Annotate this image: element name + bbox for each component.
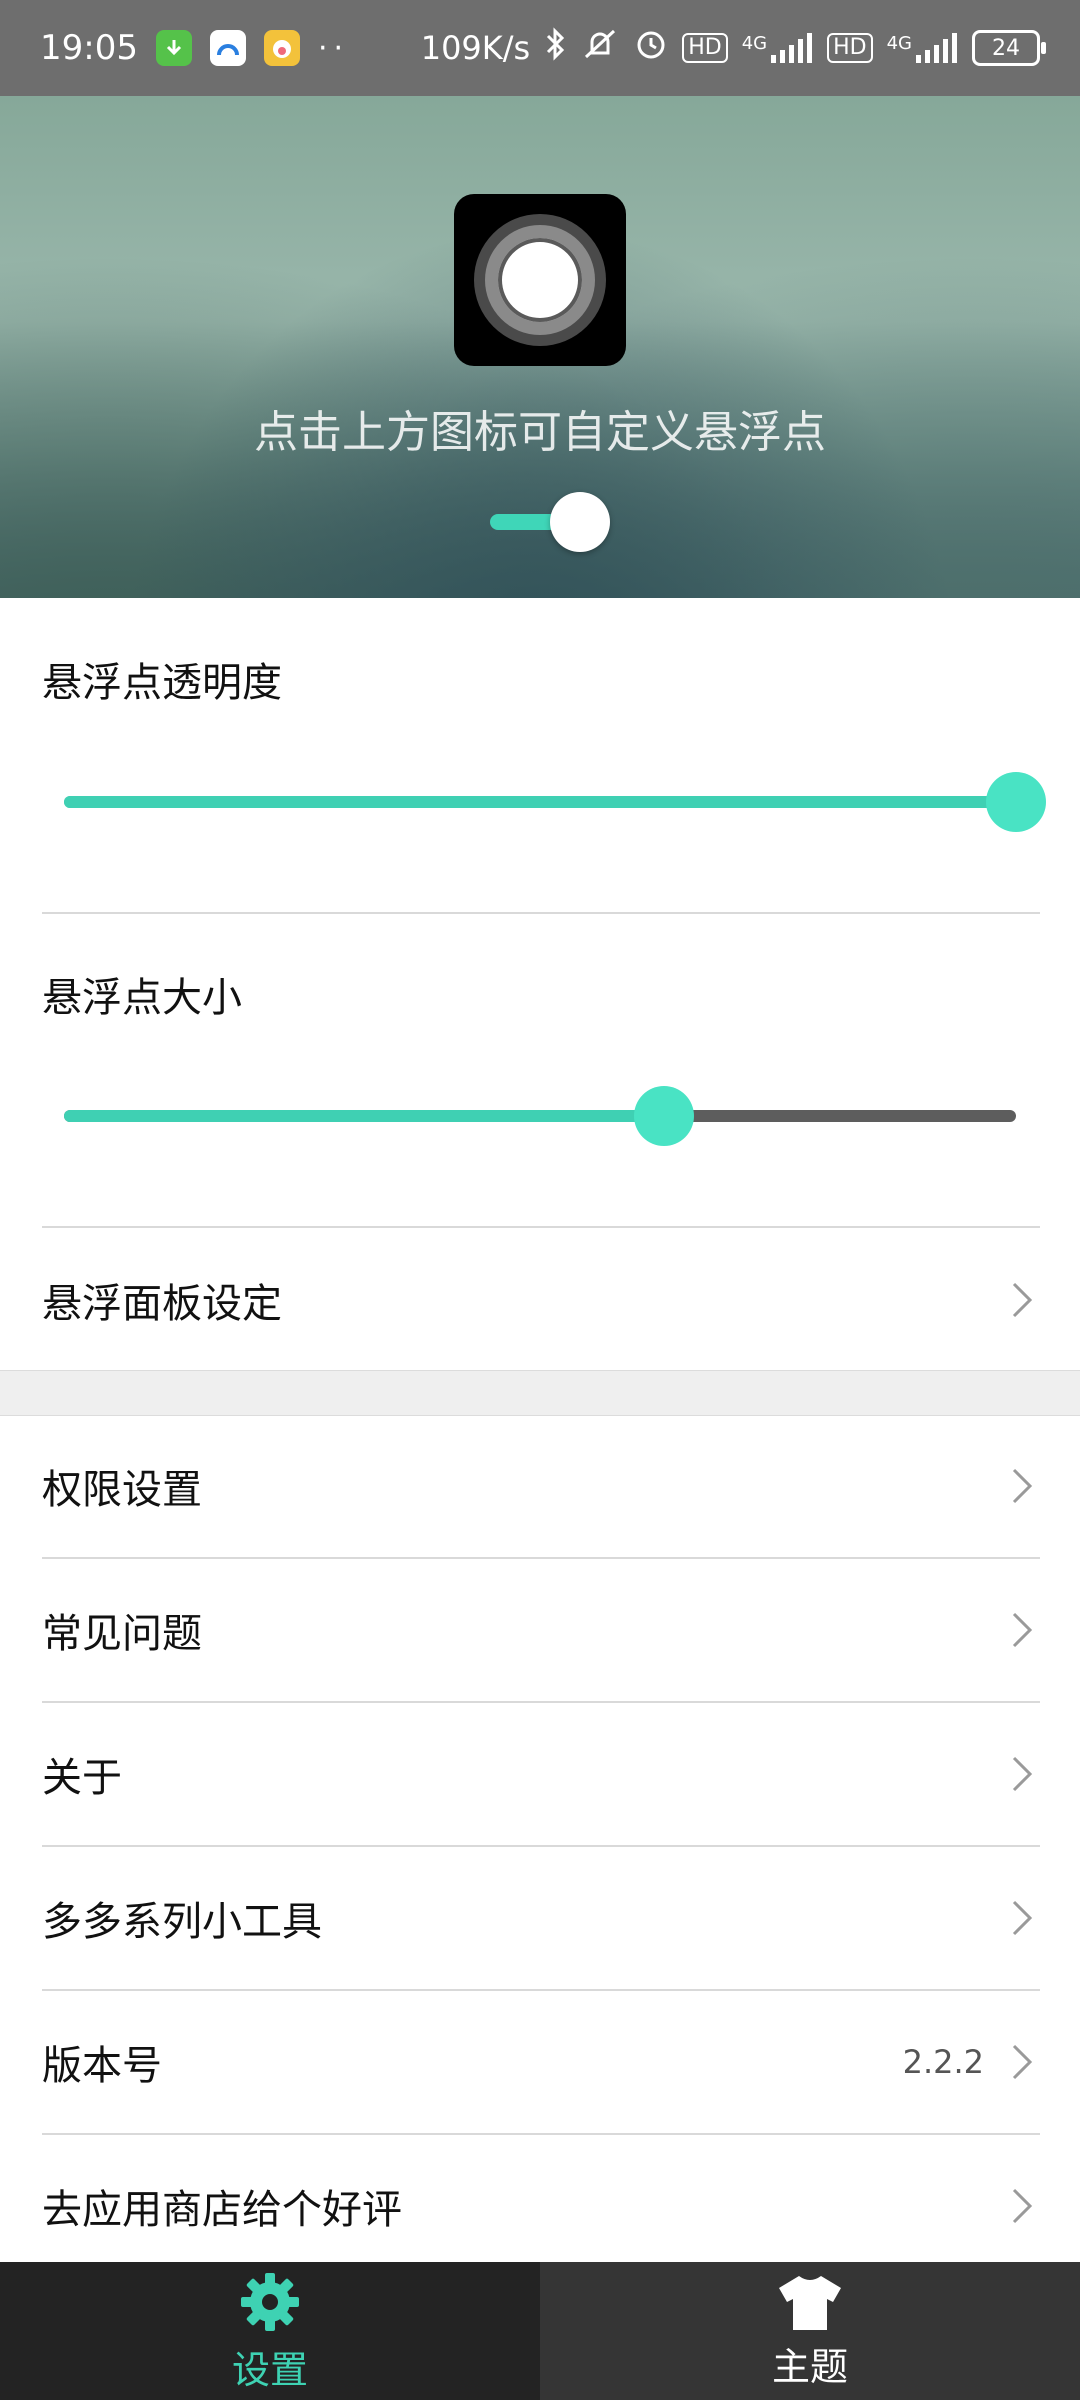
row-label: 悬浮面板设定 xyxy=(42,1281,282,1327)
hd-badge-2: HD xyxy=(827,33,873,63)
chevron-right-icon xyxy=(1012,1900,1033,1936)
download-app-icon xyxy=(155,30,192,66)
browser-app-icon xyxy=(209,30,246,66)
row-version[interactable]: 版本号 2.2.2 xyxy=(0,1990,1080,2134)
tab-theme[interactable]: 主题 xyxy=(540,2262,1080,2400)
network-type-2: 4G xyxy=(886,33,912,54)
chevron-right-icon xyxy=(1012,1612,1033,1648)
alarm-icon xyxy=(634,27,668,70)
bottom-navigation: 设置 主题 xyxy=(0,2262,1080,2400)
tab-settings-label: 设置 xyxy=(231,2347,308,2392)
opacity-title: 悬浮点透明度 xyxy=(42,660,282,706)
row-label: 版本号 xyxy=(42,2043,162,2089)
row-tools[interactable]: 多多系列小工具 xyxy=(0,1846,1080,1990)
size-slider-thumb[interactable] xyxy=(633,1086,694,1146)
chevron-right-icon xyxy=(1012,1756,1033,1792)
version-value: 2.2.2 xyxy=(902,2043,984,2081)
floating-dot-header: 点击上方图标可自定义悬浮点 xyxy=(0,96,1080,598)
row-label: 常见问题 xyxy=(42,1611,202,1657)
row-faq[interactable]: 常见问题 xyxy=(0,1558,1080,1702)
chevron-right-icon xyxy=(1012,1282,1033,1318)
row-permissions[interactable]: 权限设置 xyxy=(0,1414,1080,1558)
row-panel-settings[interactable]: 悬浮面板设定 xyxy=(0,1228,1080,1372)
status-bar: 19:05 ·· 109K/s HD 4G HD 4G 24 xyxy=(0,0,1080,96)
network-type-1: 4G xyxy=(741,33,768,54)
status-more-dots: ·· xyxy=(317,30,350,66)
floating-dot-toggle[interactable] xyxy=(490,492,610,552)
size-slider[interactable] xyxy=(64,1086,1016,1146)
opacity-slider[interactable] xyxy=(64,772,1046,832)
divider xyxy=(42,912,1040,914)
tab-settings[interactable]: 设置 xyxy=(0,2262,540,2400)
size-title: 悬浮点大小 xyxy=(42,975,242,1021)
customize-hint: 点击上方图标可自定义悬浮点 xyxy=(254,407,826,458)
hd-badge-1: HD xyxy=(682,33,728,63)
signal-4g-1: 4G xyxy=(742,33,813,63)
pig-app-icon xyxy=(263,30,300,66)
mute-bell-icon xyxy=(580,27,620,70)
tab-theme-label: 主题 xyxy=(771,2344,848,2389)
row-label: 关于 xyxy=(42,1755,122,1801)
signal-4g-2: 4G xyxy=(887,33,958,63)
section-gap xyxy=(0,1370,1080,1416)
network-speed: 109K/s xyxy=(420,29,531,67)
chevron-right-icon xyxy=(1012,2044,1033,2080)
status-time: 19:05 xyxy=(40,28,138,68)
tshirt-icon xyxy=(779,2275,841,2330)
chevron-right-icon xyxy=(1012,1468,1033,1504)
row-label: 多多系列小工具 xyxy=(42,1899,322,1945)
row-label: 去应用商店给个好评 xyxy=(42,2187,402,2233)
battery-level: 24 xyxy=(992,35,1020,61)
row-about[interactable]: 关于 xyxy=(0,1702,1080,1846)
opacity-slider-thumb[interactable] xyxy=(986,772,1046,832)
chevron-right-icon xyxy=(1012,2188,1033,2224)
floating-dot-preview-icon[interactable] xyxy=(454,194,626,366)
battery-icon: 24 xyxy=(972,30,1046,66)
row-label: 权限设置 xyxy=(42,1467,202,1513)
gear-icon xyxy=(241,2272,299,2331)
bluetooth-icon xyxy=(544,26,566,70)
row-rate-app[interactable]: 去应用商店给个好评 xyxy=(0,2134,1080,2278)
